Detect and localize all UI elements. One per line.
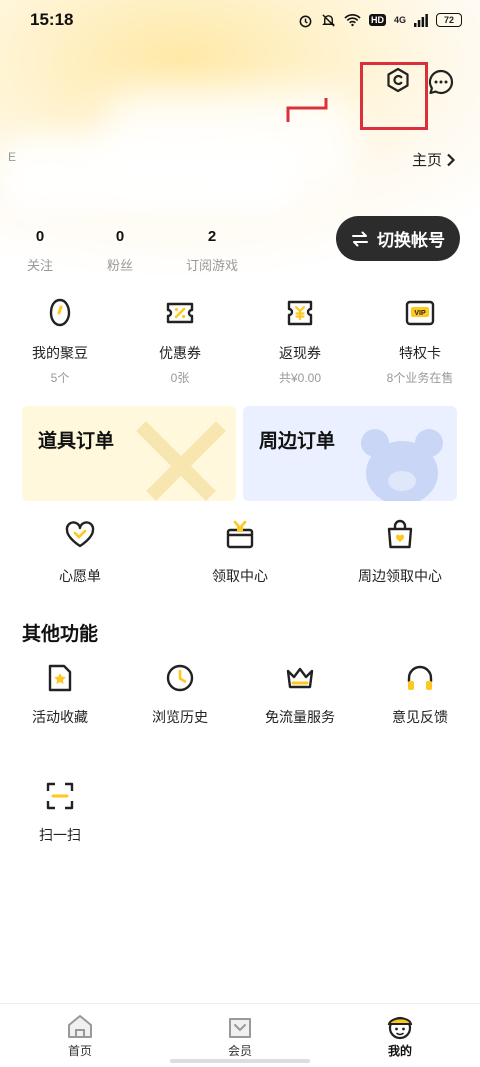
gift-icon	[226, 520, 254, 549]
mute-bell-icon	[322, 13, 335, 27]
stat-fans[interactable]: 0 粉丝	[100, 228, 140, 274]
free-data-service-item[interactable]: 免流量服务	[240, 662, 360, 727]
bean-icon	[49, 298, 71, 327]
wallet-item-beans[interactable]: 我的聚豆 5个	[0, 296, 120, 386]
bookmark-star-icon	[48, 664, 72, 692]
status-bar: 15:18 HD 4G 72	[0, 0, 480, 40]
shortcut-row: 心愿单 领取中心 周边领取中心	[0, 518, 480, 586]
browse-history-item[interactable]: 浏览历史	[120, 662, 240, 727]
nav-label: 会员	[227, 1044, 252, 1058]
activity-favorites-item[interactable]: 活动收藏	[0, 662, 120, 727]
stat-value: 0	[35, 228, 45, 245]
heart-icon	[65, 521, 95, 548]
crown-icon	[286, 667, 314, 689]
shortcut-label: 心愿单	[59, 568, 101, 584]
hd-badge: HD	[368, 14, 386, 26]
homepage-label: 主页	[411, 152, 442, 169]
wallet-title: 特权卡	[399, 345, 441, 361]
blurred-nickname-area	[0, 135, 300, 215]
wallet-item-cashback[interactable]: 返现券 共¥0.00	[240, 296, 360, 386]
nav-home[interactable]: 首页	[0, 1004, 160, 1067]
shortcut-label: 周边领取中心	[358, 568, 442, 584]
profile-edge-text: E	[8, 150, 17, 164]
wishlist-item[interactable]: 心愿单	[0, 518, 160, 586]
scan-item[interactable]: 扫一扫	[0, 780, 120, 845]
stat-following[interactable]: 0 关注	[20, 228, 60, 274]
wifi-icon	[344, 14, 361, 27]
chevron-right-icon	[447, 153, 456, 166]
status-time: 15:18	[30, 10, 74, 29]
merch-order-title: 周边订单	[259, 431, 336, 452]
highlight-mark	[286, 98, 328, 122]
alarm-icon	[299, 15, 312, 27]
stat-label: 订阅游戏	[185, 258, 238, 273]
stat-subscribed-games[interactable]: 2 订阅游戏	[182, 228, 242, 274]
merch-claim-center-item[interactable]: 周边领取中心	[320, 518, 480, 586]
status-icons: HD 4G 72	[298, 13, 462, 28]
stat-label: 粉丝	[106, 258, 133, 273]
nav-label: 我的	[387, 1044, 412, 1058]
svg-text:VIP: VIP	[414, 310, 426, 317]
wallet-row: 我的聚豆 5个 优惠券 0张 返现券 共¥0.00 VIP 特权卡 8个业务在售	[0, 296, 480, 386]
claim-center-item[interactable]: 领取中心	[160, 518, 320, 586]
crossed-swords-icon	[136, 421, 226, 501]
wallet-sub: 5个	[50, 371, 70, 385]
message-bubble-icon[interactable]	[427, 68, 455, 96]
gesture-bar	[170, 1059, 310, 1063]
item-order-card[interactable]: 道具订单	[22, 406, 236, 501]
wallet-item-coupons[interactable]: 优惠券 0张	[120, 296, 240, 386]
nav-member[interactable]: 会员	[160, 1004, 320, 1067]
avatar-icon	[387, 1016, 413, 1040]
feedback-item[interactable]: 意见反馈	[360, 662, 480, 727]
nav-label: 首页	[67, 1044, 92, 1058]
wallet-title: 优惠券	[159, 345, 201, 361]
bear-icon	[361, 429, 443, 501]
home-icon	[68, 1015, 92, 1038]
vip-card-icon: VIP	[405, 300, 435, 326]
coupon-icon	[166, 302, 194, 324]
function-label: 扫一扫	[39, 827, 81, 843]
member-icon	[229, 1018, 251, 1038]
function-label: 意见反馈	[392, 709, 448, 725]
homepage-link[interactable]: 主页	[412, 149, 456, 170]
wallet-item-vip-card[interactable]: VIP 特权卡 8个业务在售	[360, 296, 480, 386]
wallet-sub: 共¥0.00	[278, 371, 322, 385]
other-functions-title: 其他功能	[22, 624, 99, 645]
wallet-sub: 0张	[170, 371, 190, 385]
function-label: 免流量服务	[265, 709, 335, 725]
stat-value: 0	[115, 228, 125, 245]
bottom-navigation: 首页 会员 我的	[0, 1003, 480, 1067]
wallet-sub: 8个业务在售	[386, 371, 454, 385]
swap-arrows-icon	[352, 231, 368, 246]
nav-mine[interactable]: 我的	[320, 1004, 480, 1067]
merch-order-card[interactable]: 周边订单	[243, 406, 457, 501]
battery-indicator: 72	[436, 13, 462, 27]
network-type: 4G	[393, 15, 406, 25]
clock-icon	[166, 664, 194, 692]
scan-icon	[46, 782, 74, 810]
wallet-title: 我的聚豆	[32, 345, 88, 361]
function-label: 浏览历史	[152, 709, 208, 725]
cashback-coupon-icon	[287, 300, 313, 326]
profile-stats: 0 关注 0 粉丝 2 订阅游戏	[20, 228, 242, 274]
wallet-title: 返现券	[279, 345, 321, 361]
function-label: 活动收藏	[32, 709, 88, 725]
signal-icon	[414, 13, 428, 27]
headphones-icon	[407, 665, 433, 690]
switch-account-button[interactable]: 切换帐号	[336, 216, 460, 261]
stat-value: 2	[207, 228, 217, 245]
other-functions-row: 活动收藏 浏览历史 免流量服务 意见反馈	[0, 662, 480, 727]
switch-account-label: 切换帐号	[377, 231, 445, 250]
stat-label: 关注	[26, 258, 53, 273]
highlight-box	[360, 62, 428, 130]
shortcut-label: 领取中心	[212, 568, 268, 584]
other-functions-row: 扫一扫	[0, 780, 480, 845]
item-order-title: 道具订单	[38, 431, 115, 452]
shopping-bag-icon	[387, 519, 413, 549]
